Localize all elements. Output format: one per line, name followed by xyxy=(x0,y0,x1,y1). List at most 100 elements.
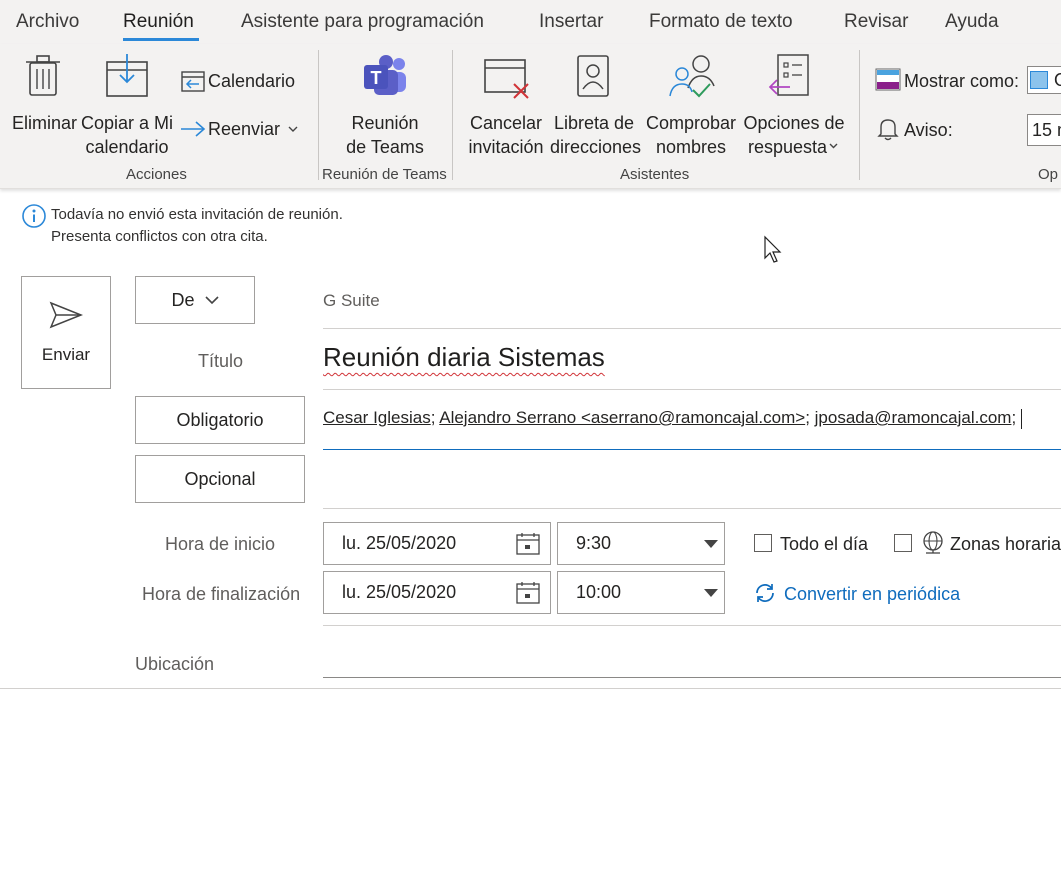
from-value: G Suite xyxy=(323,291,380,310)
end-date-picker[interactable]: lu. 25/05/2020 xyxy=(323,571,551,614)
check-names-button[interactable]: Comprobar nombres xyxy=(642,50,740,157)
ribbon-separator xyxy=(452,50,453,180)
cancel-invitation-label-1: Cancelar xyxy=(469,113,543,133)
message-body[interactable] xyxy=(0,689,1061,893)
bell-icon xyxy=(877,119,899,141)
start-time-dropdown[interactable]: 9:30 xyxy=(557,522,725,565)
from-button[interactable]: De xyxy=(135,276,255,324)
menu-tabs: Archivo Reunión Asistente para programac… xyxy=(0,0,1061,44)
show-as-color-swatch xyxy=(1030,71,1048,89)
start-date-picker[interactable]: lu. 25/05/2020 xyxy=(323,522,551,565)
recipient-token[interactable]: Alejandro Serrano <aserrano@ramoncajal.c… xyxy=(439,408,805,427)
all-day-checkbox[interactable] xyxy=(754,534,772,552)
response-options-button[interactable]: Opciones de respuesta xyxy=(742,50,846,157)
trash-icon xyxy=(26,55,60,96)
dropdown-arrow-icon xyxy=(704,540,718,548)
address-book-icon xyxy=(577,55,609,97)
check-names-label-1: Comprobar xyxy=(645,113,737,133)
end-date-value: lu. 25/05/2020 xyxy=(342,582,457,602)
optional-attendees-button[interactable]: Opcional xyxy=(135,455,305,503)
recipient-token[interactable]: Cesar Iglesias xyxy=(323,408,431,427)
end-time-dropdown[interactable]: 10:00 xyxy=(557,571,725,614)
tab-ayuda[interactable]: Ayuda xyxy=(945,11,999,33)
info-message-2: Presenta conflictos con otra cita. xyxy=(51,228,268,245)
show-as-label: Mostrar como: xyxy=(904,71,1020,91)
show-as-dropdown[interactable]: O xyxy=(1027,66,1061,94)
end-time-label: Hora de finalización xyxy=(142,584,301,604)
response-options-icon xyxy=(768,54,809,96)
copy-to-calendar-button[interactable]: Copiar a Mi calendario xyxy=(80,50,174,157)
all-day-label: Todo el día xyxy=(780,534,869,554)
title-input[interactable]: Reunión diaria Sistemas xyxy=(323,340,1061,380)
text-caret xyxy=(1020,408,1022,429)
group-label-opciones: Op xyxy=(1038,166,1059,183)
tab-revisar[interactable]: Revisar xyxy=(844,11,908,33)
calendar-icon xyxy=(516,582,540,604)
required-attendees-button[interactable]: Obligatorio xyxy=(135,396,305,444)
chevron-down-icon xyxy=(288,126,298,132)
teams-meeting-button[interactable]: T Reunión de Teams xyxy=(336,50,434,157)
calendar-label: Calendario xyxy=(208,71,296,91)
group-label-acciones: Acciones xyxy=(126,166,187,183)
reminder-value: 15 m xyxy=(1032,120,1061,140)
delete-button[interactable]: Eliminar xyxy=(6,50,80,150)
delete-label: Eliminar xyxy=(12,113,78,133)
required-attendees-input[interactable]: Cesar Iglesias; Alejandro Serrano <aserr… xyxy=(323,408,1061,436)
divider xyxy=(323,625,1061,626)
time-zones-checkbox[interactable] xyxy=(894,534,912,552)
info-icon xyxy=(22,204,46,228)
location-input[interactable] xyxy=(323,645,1061,677)
info-message-1: Todavía no envió esta invitación de reun… xyxy=(51,206,343,223)
cancel-invitation-button[interactable]: Cancelar invitación xyxy=(464,50,548,157)
dropdown-arrow-icon xyxy=(704,589,718,597)
divider xyxy=(323,389,1061,390)
title-label: Título xyxy=(198,351,244,371)
active-tab-indicator xyxy=(123,38,199,41)
chevron-down-icon xyxy=(204,295,219,304)
required-label: Obligatorio xyxy=(176,409,264,430)
recipient-token[interactable]: jposada@ramoncajal.com xyxy=(815,408,1012,427)
reminder-dropdown[interactable]: 15 m xyxy=(1027,114,1061,146)
svg-text:T: T xyxy=(371,68,382,88)
response-options-label-1: Opciones de xyxy=(743,113,845,133)
tab-insertar[interactable]: Insertar xyxy=(539,11,603,33)
start-time-label: Hora de inicio xyxy=(165,534,276,554)
tab-asistente-programacion[interactable]: Asistente para programación xyxy=(241,11,484,33)
start-date-value: lu. 25/05/2020 xyxy=(342,533,457,553)
end-time-value: 10:00 xyxy=(576,582,622,602)
copy-calendar-icon xyxy=(106,54,148,97)
make-recurring-label: Convertir en periódica xyxy=(784,584,961,604)
optional-label: Opcional xyxy=(184,468,256,489)
address-book-label-1: Libreta de xyxy=(553,113,635,133)
time-zones-label: Zonas horarias xyxy=(950,534,1061,554)
location-label: Ubicación xyxy=(135,654,215,674)
calendar-icon xyxy=(181,71,205,92)
calendar-button[interactable]: Calendario xyxy=(176,66,296,96)
active-field-underline xyxy=(323,449,1061,450)
teams-icon: T xyxy=(364,55,406,95)
globe-icon xyxy=(923,531,943,554)
response-options-label-2: respuesta xyxy=(748,137,828,157)
tab-reunion[interactable]: Reunión xyxy=(123,11,194,33)
divider xyxy=(323,328,1061,329)
check-names-label-2: nombres xyxy=(655,137,727,157)
divider xyxy=(323,508,1061,509)
send-button[interactable]: Enviar xyxy=(21,276,111,389)
chevron-down-icon xyxy=(829,143,838,149)
cancel-calendar-icon xyxy=(484,59,529,99)
address-book-button[interactable]: Libreta de direcciones xyxy=(550,50,641,157)
teams-label-1: Reunión xyxy=(351,113,419,133)
tab-archivo[interactable]: Archivo xyxy=(16,11,79,33)
check-names-icon xyxy=(669,55,715,98)
show-as-icon xyxy=(875,68,901,91)
location-underline xyxy=(323,677,1061,678)
ribbon-separator xyxy=(318,50,319,180)
ribbon-separator xyxy=(859,50,860,180)
forward-button[interactable]: Reenviar xyxy=(176,114,306,144)
send-label: Enviar xyxy=(41,344,91,364)
group-label-asistentes: Asistentes xyxy=(620,166,690,183)
make-recurring-button[interactable]: Convertir en periódica xyxy=(753,581,973,607)
from-label: De xyxy=(171,289,195,310)
recurrence-icon xyxy=(756,584,774,602)
tab-formato-texto[interactable]: Formato de texto xyxy=(649,11,793,33)
